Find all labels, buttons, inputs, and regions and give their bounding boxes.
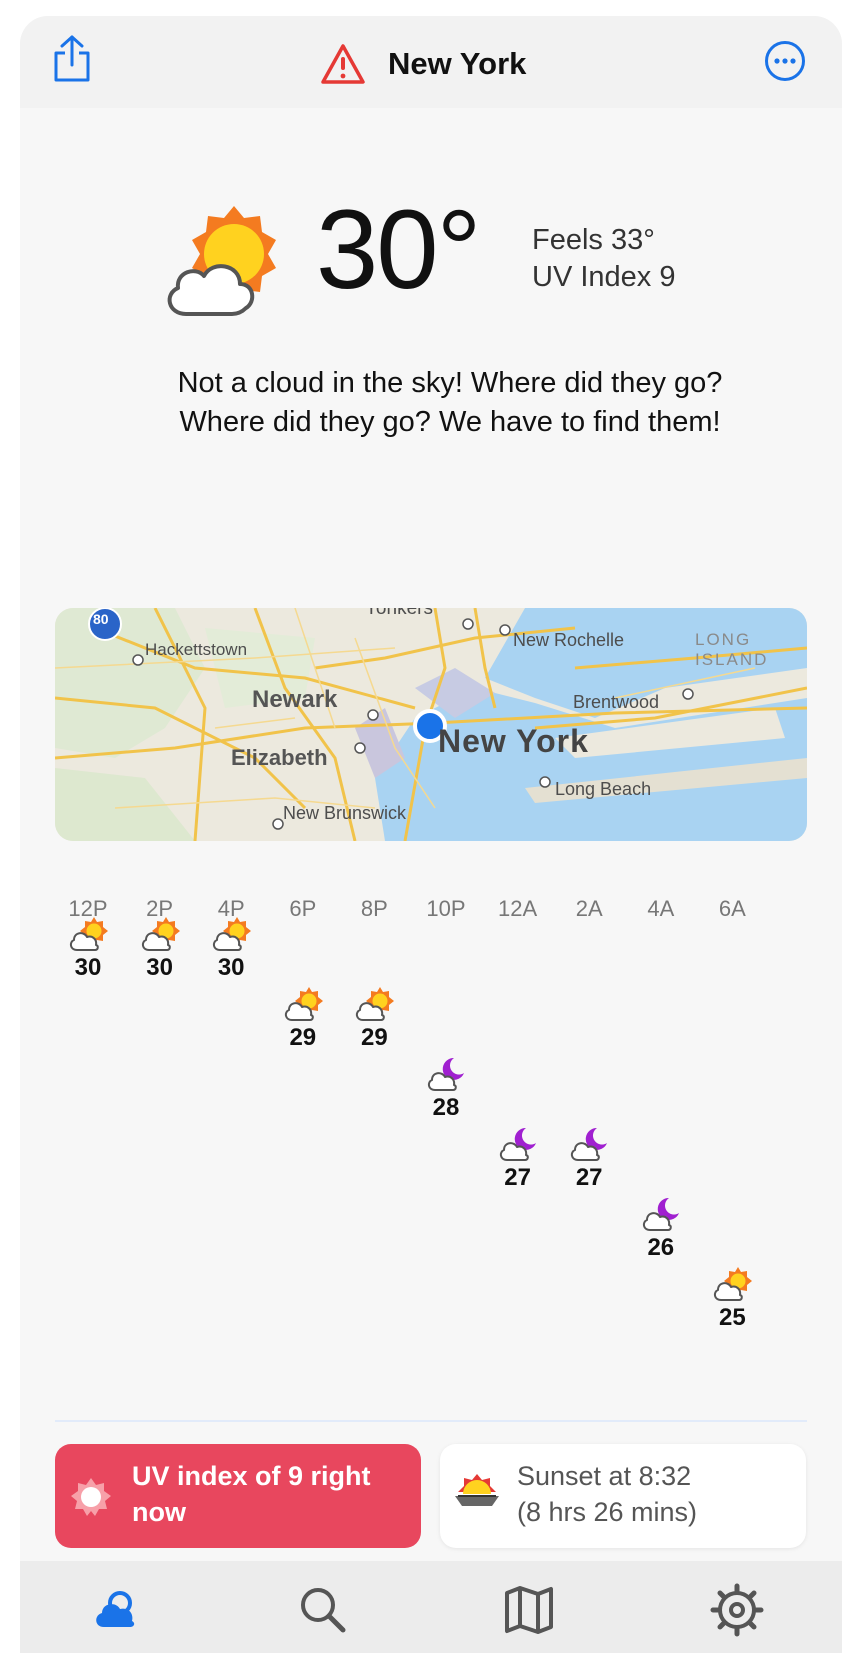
sunset-card[interactable]: Sunset at 8:32 (8 hrs 26 mins) [440, 1444, 806, 1548]
hour-temp: 25 [719, 1304, 746, 1331]
share-icon[interactable] [50, 34, 94, 84]
top-bar: New York [20, 16, 842, 108]
weather-icon[interactable] [90, 1583, 144, 1637]
location-title: New York [388, 46, 527, 81]
hour-temp: 29 [289, 1024, 317, 1051]
moon-cloud-icon [571, 1127, 608, 1161]
sunset-icon [455, 1474, 499, 1506]
sunset-time: Sunset at 8:32 [517, 1461, 692, 1491]
search-icon[interactable] [296, 1583, 350, 1637]
hour-temp: 29 [361, 1024, 388, 1051]
hour-temp: 30 [74, 954, 102, 981]
sun-cloud-icon [284, 987, 323, 1021]
map-label-long-island: LONG ISLAND [695, 630, 769, 669]
hour-label-2a: 2A [575, 896, 603, 921]
moon-cloud-icon [499, 1127, 536, 1161]
feels-like-text: Feels 33° [532, 224, 655, 256]
hour-label-4a: 4A [647, 896, 675, 921]
partly-cloudy-sun-icon [167, 206, 276, 316]
map-label-hackettstown: Hackettstown [145, 640, 248, 659]
map-label-new-york: New York [438, 723, 589, 759]
map-label-new-brunswick: New Brunswick [283, 803, 407, 823]
hour-temp: 30 [146, 954, 173, 981]
warning-triangle-icon[interactable] [320, 43, 366, 85]
sun-cloud-icon [141, 917, 180, 951]
map-label-newark: Newark [252, 686, 338, 713]
sun-icon [71, 1478, 111, 1516]
moon-cloud-icon [427, 1057, 464, 1091]
map-label-elizabeth: Elizabeth [231, 745, 328, 770]
hour-temp: 28 [432, 1094, 460, 1121]
title-group[interactable]: New York [320, 42, 526, 86]
hour-label-6p: 6P [289, 896, 317, 921]
map-label-yonkers: Yonkers [365, 608, 433, 619]
sunset-remaining: (8 hrs 26 mins) [517, 1497, 698, 1527]
hour-temp: 30 [217, 954, 245, 981]
current-temperature: 30° [316, 187, 481, 312]
location-map[interactable]: Yonkers 80 Hackettstown New Rochelle LON… [55, 608, 807, 841]
map-label-new-rochelle: New Rochelle [513, 630, 625, 650]
map-label-long-beach: Long Beach [555, 779, 652, 799]
uv-alert-card[interactable]: UV index of 9 right now [55, 1444, 421, 1548]
feels-like-block: Feels 33° UV Index 9 [532, 222, 675, 296]
moon-cloud-icon [642, 1197, 679, 1231]
hour-label-10p: 10P [426, 896, 466, 921]
hour-temp: 26 [647, 1234, 675, 1261]
hour-temp: 27 [575, 1164, 603, 1191]
uv-card-text: UV index of 9 right now [132, 1461, 371, 1527]
uv-index-text: UV Index 9 [532, 261, 676, 293]
hour-label-8p: 8P [360, 896, 388, 921]
sun-cloud-icon [69, 917, 108, 951]
weather-description: Not a cloud in the sky! Where did they g… [177, 367, 723, 438]
hour-label-12a: 12A [498, 896, 538, 921]
settings-gear-icon[interactable] [710, 1583, 764, 1637]
hour-label-6a: 6A [718, 896, 746, 921]
sun-cloud-icon [356, 987, 395, 1021]
sunset-text: Sunset at 8:32 (8 hrs 26 mins) [517, 1458, 697, 1530]
hourly-forecast: 12P 30 2P 30 4P 30 6P 29 8P 29 10P 28 12A 27 2A 27 4A 26 6… [20, 896, 842, 1376]
more-ellipsis-icon[interactable] [764, 40, 806, 82]
map-icon[interactable] [502, 1583, 556, 1637]
section-divider [55, 1420, 807, 1422]
app-window: New York 30° Feels 33° UV Index 9 Not a … [20, 16, 842, 1653]
map-label-brentwood: Brentwood [573, 692, 660, 712]
hour-temp: 27 [504, 1164, 531, 1191]
sun-cloud-icon [714, 1267, 753, 1301]
map-label-interstate: 80 [93, 611, 109, 627]
tab-bar [20, 1561, 842, 1653]
sun-cloud-icon [213, 917, 252, 951]
